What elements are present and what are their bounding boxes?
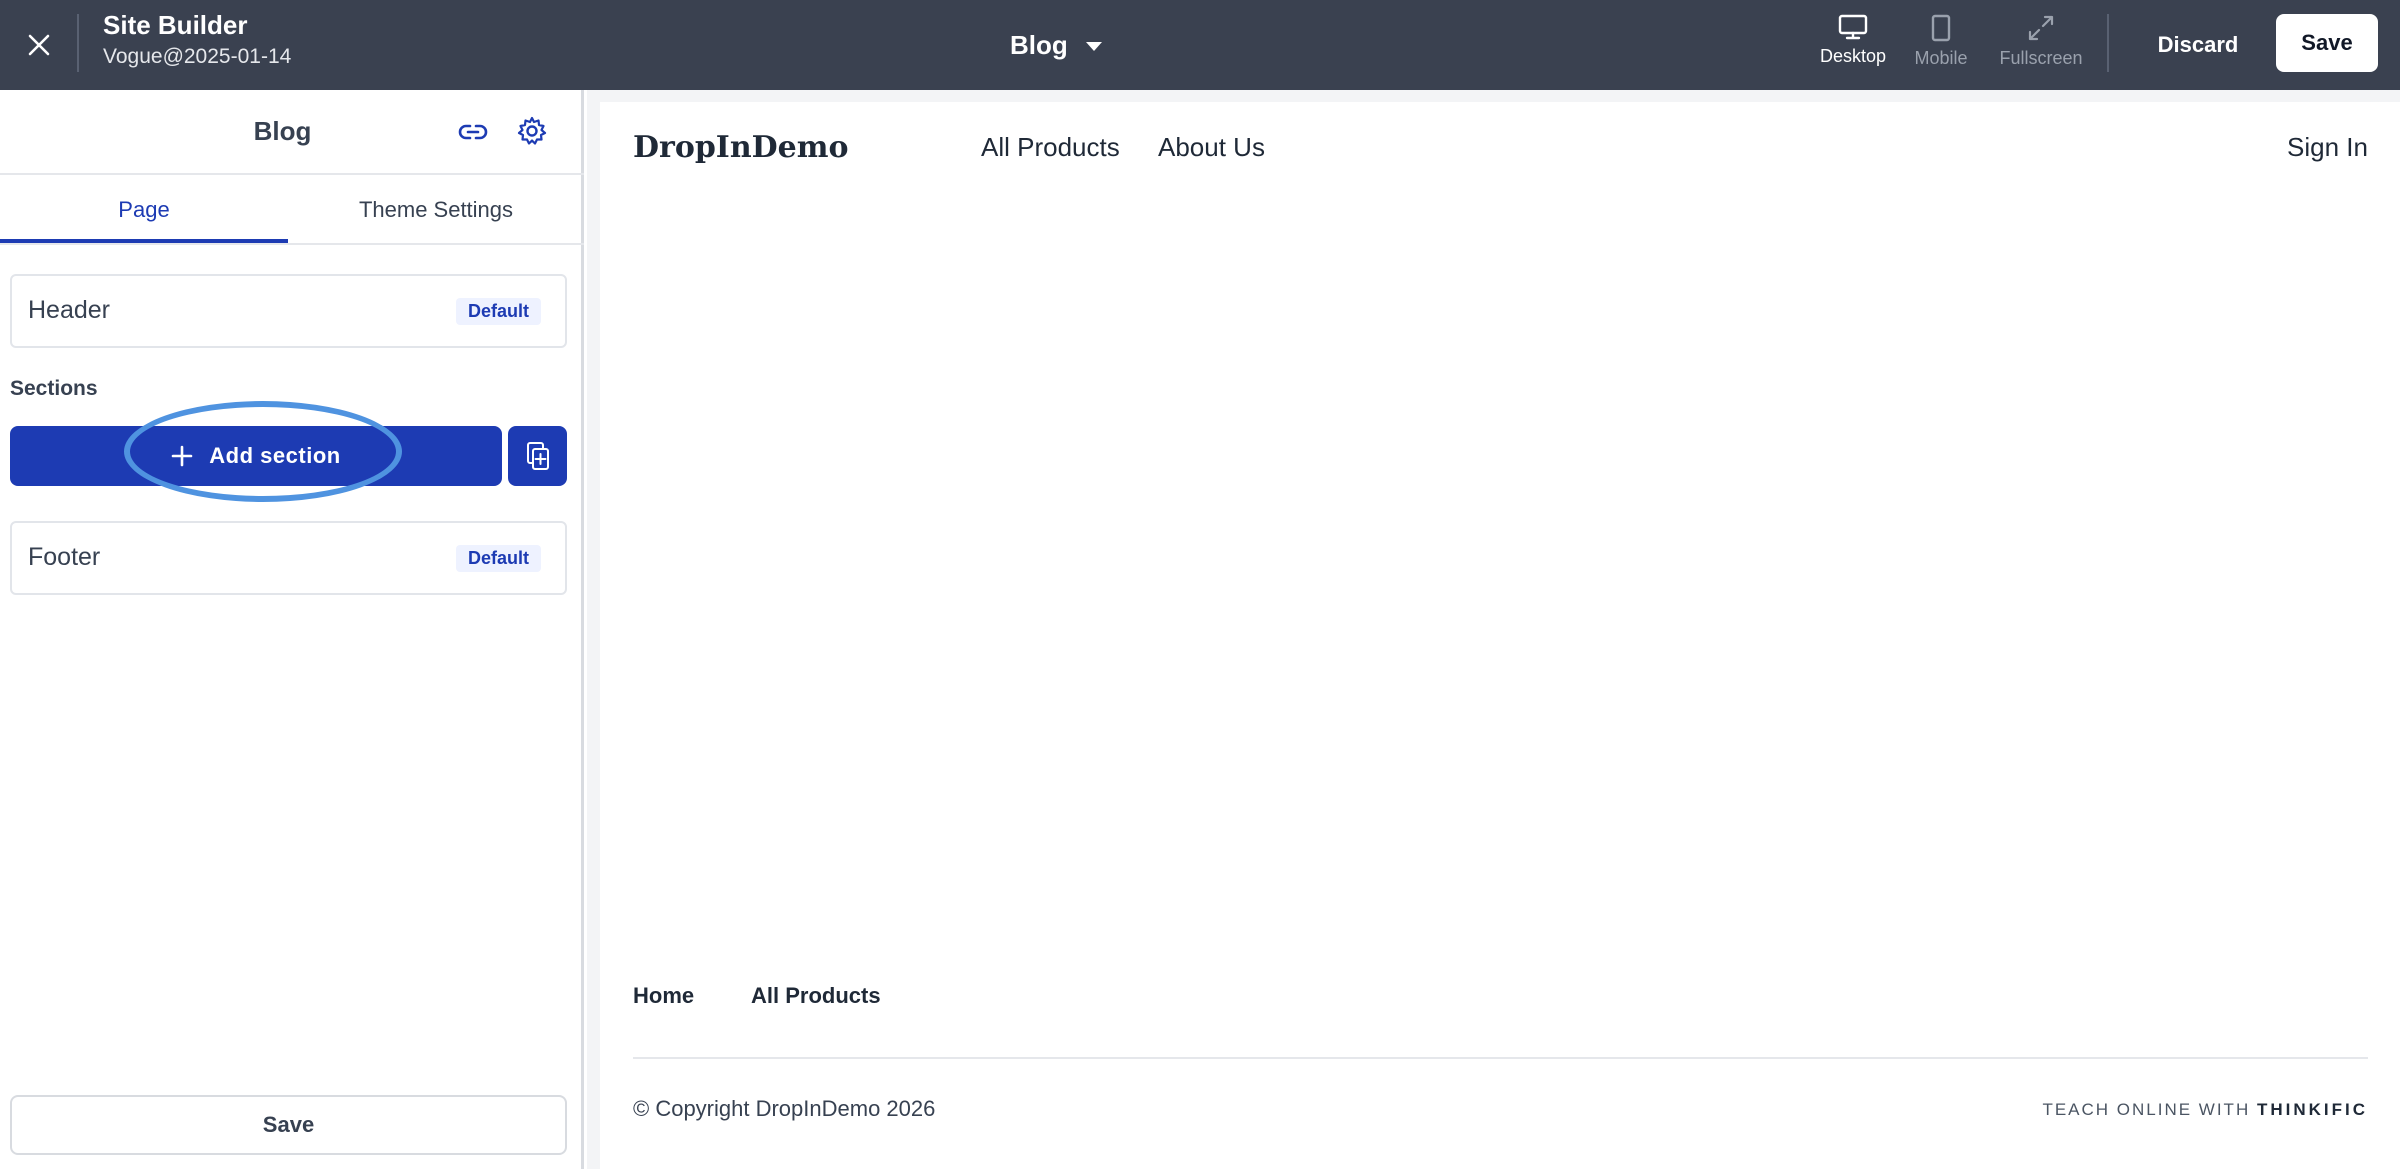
- powered-by-link[interactable]: TEACH ONLINE WITH THINKIFIC: [2042, 1100, 2368, 1120]
- add-saved-section-button[interactable]: [508, 426, 567, 486]
- footer-link-all-products[interactable]: All Products: [751, 983, 881, 1009]
- close-button[interactable]: [14, 20, 64, 70]
- powered-by-brand: THINKIFIC: [2256, 1100, 2368, 1119]
- mobile-icon: [1931, 14, 1951, 42]
- nav-link-all-products[interactable]: All Products: [981, 132, 1120, 163]
- link-icon: [458, 124, 488, 140]
- tab-page[interactable]: Page: [0, 175, 288, 245]
- app-title: Site Builder: [103, 10, 248, 40]
- nav-link-about-us[interactable]: About Us: [1158, 132, 1265, 163]
- desktop-icon: [1838, 14, 1868, 40]
- fullscreen-icon: [2028, 15, 2054, 41]
- view-desktop-button[interactable]: Desktop: [1808, 14, 1898, 76]
- page-selector-label: Blog: [1010, 29, 1068, 60]
- footer-link-home[interactable]: Home: [633, 983, 694, 1009]
- page-link-button[interactable]: [455, 114, 491, 150]
- copyright-text: © Copyright DropInDemo 2026: [633, 1096, 936, 1121]
- divider: [633, 1057, 2368, 1059]
- save-button[interactable]: Save: [2276, 14, 2378, 72]
- footer-section-label: Footer: [28, 543, 101, 571]
- view-fullscreen-label: Fullscreen: [1999, 48, 2083, 68]
- gear-icon: [517, 116, 547, 145]
- page-settings-button[interactable]: [513, 112, 551, 150]
- copy-add-icon: [526, 442, 549, 470]
- divider: [0, 243, 584, 245]
- divider: [2107, 14, 2109, 72]
- sections-heading: Sections: [10, 377, 98, 400]
- status-badge: Default: [455, 298, 541, 325]
- editor-sidebar: Blog Page Theme Settings Header Default …: [0, 90, 584, 1169]
- site-logo[interactable]: DropInDemo: [633, 130, 849, 165]
- footer-section-row[interactable]: Footer Default: [10, 521, 567, 595]
- view-desktop-label: Desktop: [1819, 46, 1887, 66]
- top-bar: Site Builder Vogue@2025-01-14 Blog Deskt…: [0, 0, 2400, 90]
- caret-down-icon: [1085, 41, 1102, 51]
- close-icon: [28, 34, 50, 56]
- discard-button[interactable]: Discard: [2138, 24, 2258, 66]
- sign-in-link[interactable]: Sign In: [2287, 132, 2368, 163]
- view-mobile-label: Mobile: [1914, 48, 1968, 68]
- view-fullscreen-button[interactable]: Fullscreen: [1988, 14, 2094, 76]
- status-badge: Default: [455, 545, 541, 572]
- site-name: Vogue@2025-01-14: [103, 45, 292, 68]
- page-selector-dropdown[interactable]: Blog: [1010, 25, 1102, 65]
- sidebar-save-button[interactable]: Save: [10, 1095, 567, 1155]
- page-preview: DropInDemo All Products About Us Sign In…: [600, 102, 2400, 1169]
- add-section-label: Add section: [209, 443, 341, 468]
- powered-by-prefix: TEACH ONLINE WITH: [2042, 1100, 2257, 1119]
- view-mobile-button[interactable]: Mobile: [1900, 14, 1982, 76]
- add-section-button[interactable]: Add section: [10, 426, 502, 486]
- header-section-label: Header: [28, 296, 110, 324]
- plus-icon: [171, 445, 193, 467]
- header-section-row[interactable]: Header Default: [10, 274, 567, 348]
- divider: [77, 14, 79, 72]
- tab-theme-settings[interactable]: Theme Settings: [288, 175, 584, 245]
